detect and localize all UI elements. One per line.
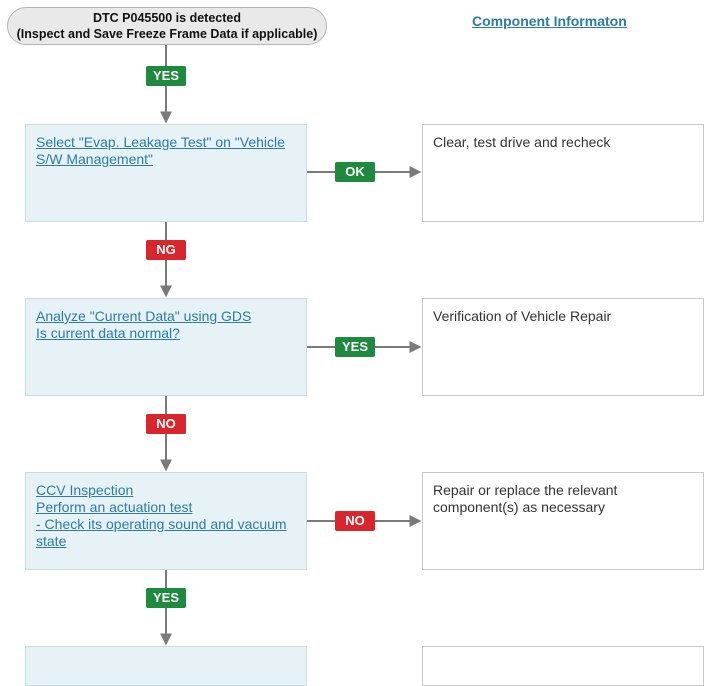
result-verification-of-vehicle-repair: Verification of Vehicle Repair: [422, 298, 704, 396]
yes-badge-top: YES: [146, 66, 186, 86]
step-evap-leakage-test: Select "Evap. Leakage Test" on "Vehicle …: [25, 124, 307, 222]
step-3-link-line-3[interactable]: - Check its operating sound and vacuum s…: [36, 516, 296, 550]
step-2-link-line-2[interactable]: Is current data normal?: [36, 325, 296, 342]
step-analyze-current-data: Analyze "Current Data" using GDS Is curr…: [25, 298, 307, 396]
step-3-link-line-1[interactable]: CCV Inspection: [36, 482, 296, 499]
result-clear-test-drive: Clear, test drive and recheck: [422, 124, 704, 222]
result-repair-or-replace: Repair or replace the relevant component…: [422, 472, 704, 570]
step-3-link-line-2[interactable]: Perform an actuation test: [36, 499, 296, 516]
start-title: DTC P045500 is detected: [93, 11, 241, 25]
ok-badge: OK: [335, 162, 375, 182]
yes-badge-bottom: YES: [146, 588, 186, 608]
yes-badge-step-2: YES: [335, 337, 375, 357]
no-badge-mid: NO: [146, 414, 186, 434]
step-ccv-inspection: CCV Inspection Perform an actuation test…: [25, 472, 307, 570]
no-badge-step-3: NO: [335, 511, 375, 531]
step-2-link-line-1[interactable]: Analyze "Current Data" using GDS: [36, 308, 296, 325]
start-subtitle: (Inspect and Save Freeze Frame Data if a…: [16, 27, 318, 41]
component-information-link[interactable]: Component Informaton: [472, 13, 627, 29]
step-1-link[interactable]: Select "Evap. Leakage Test" on "Vehicle …: [36, 134, 296, 168]
ng-badge: NG: [146, 240, 186, 260]
start-node: DTC P045500 is detected (Inspect and Sav…: [7, 7, 327, 45]
step-next-partial: [25, 646, 307, 686]
result-next-partial: [422, 646, 704, 686]
